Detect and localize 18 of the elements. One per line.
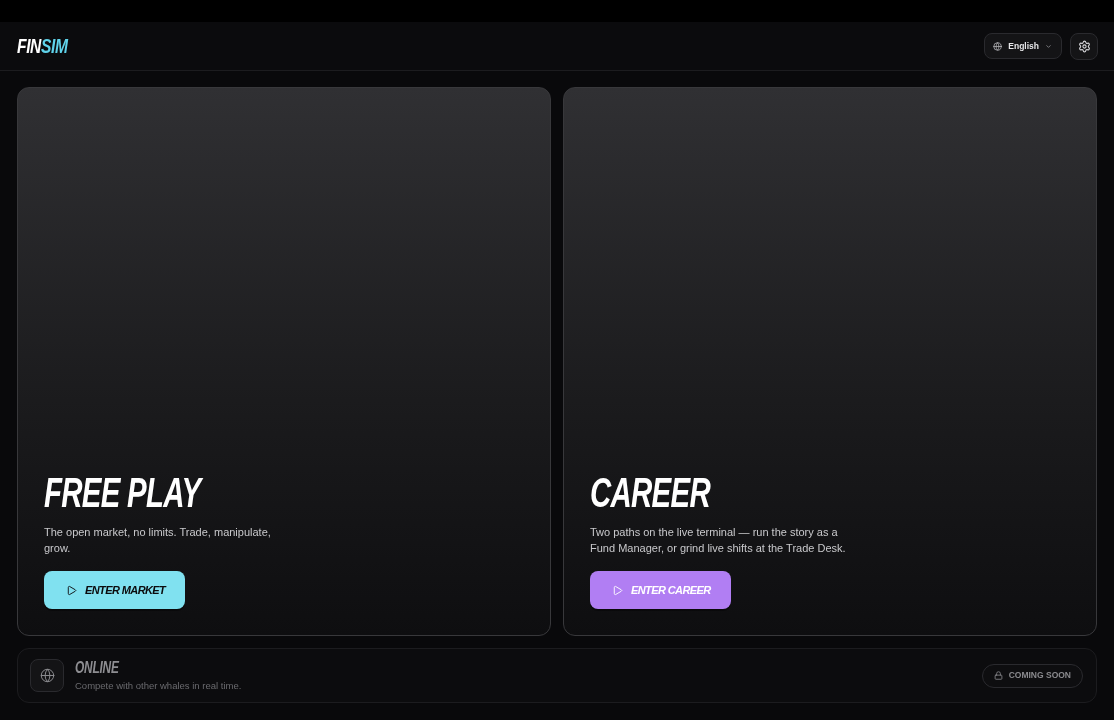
coming-soon-badge: COMING SOON (981, 663, 1083, 688)
play-icon (66, 584, 77, 596)
mode-title: CAREER (590, 474, 710, 512)
settings-button[interactable] (1070, 32, 1098, 60)
play-icon (612, 584, 623, 596)
language-selector[interactable]: English (984, 33, 1062, 59)
online-description: Compete with other whales in real time. (75, 679, 242, 692)
app-logo: FINSIM (17, 36, 68, 56)
online-title: ONLINE (75, 659, 119, 676)
enter-button[interactable]: ENTER MARKET (44, 571, 186, 609)
chevron-down-icon (1045, 42, 1052, 50)
globe-icon (30, 659, 64, 692)
globe-icon (993, 41, 1003, 51)
settings-icon (1077, 39, 1091, 53)
mode-description: Two paths on the live terminal — run the story as a Fund Manager, or grind live shifts at the Trade Desk. (590, 525, 847, 556)
lock-icon (993, 671, 1003, 680)
mode-title: FREE PLAY (44, 474, 201, 512)
mode-description: The open market, no limits. Trade, manipulate, grow. (44, 525, 272, 556)
